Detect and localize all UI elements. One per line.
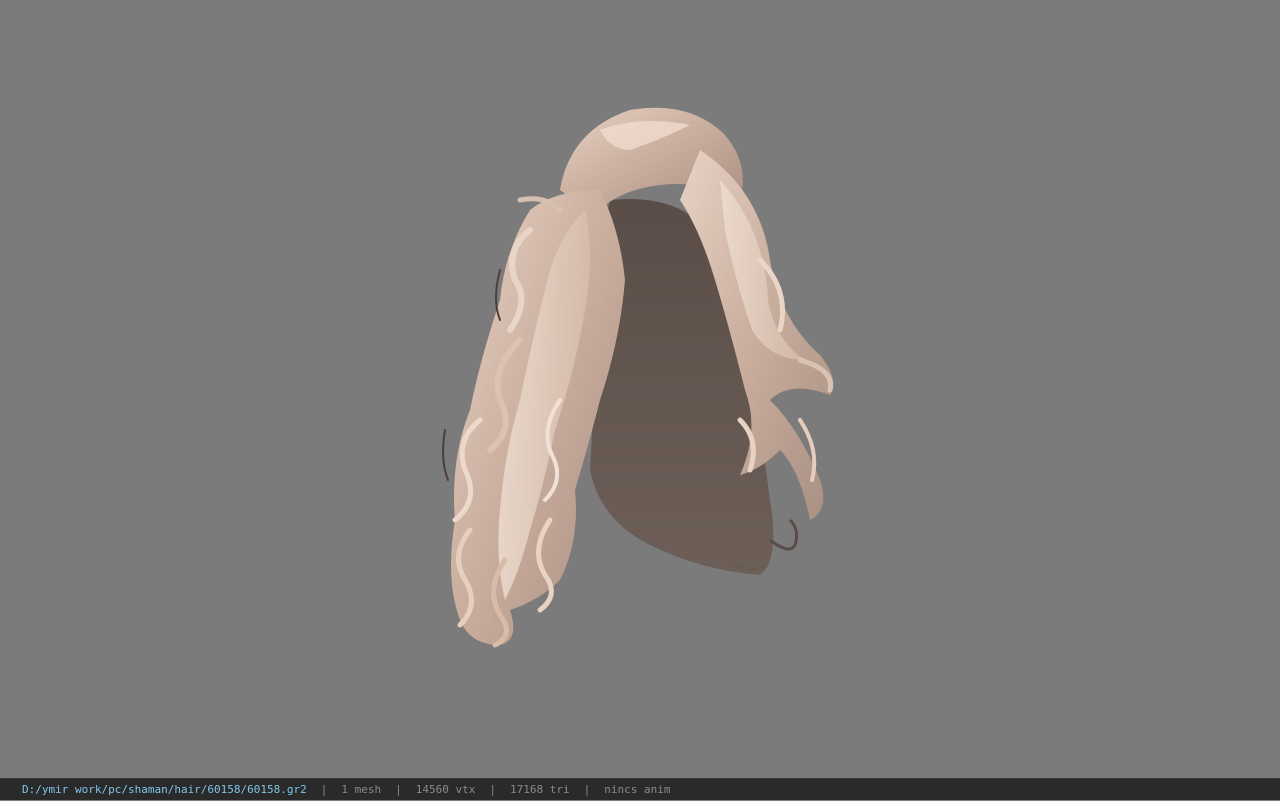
hair-model-render[interactable] [0, 0, 1280, 778]
separator: | [395, 782, 402, 796]
animation-status: nincs anim [604, 782, 671, 796]
separator: | [583, 782, 591, 796]
status-bar: D:/ymir work/pc/shaman/hair/60158/60158.… [0, 778, 1280, 800]
3d-viewport[interactable] [0, 0, 1280, 778]
separator: | [320, 782, 328, 796]
file-path: D:/ymir work/pc/shaman/hair/60158/60158.… [22, 782, 307, 796]
separator: | [489, 782, 497, 796]
triangle-count: 17168 tri [510, 782, 570, 796]
vertex-count: 14560 vtx [415, 782, 476, 796]
mesh-count: 1 mesh [341, 782, 382, 796]
